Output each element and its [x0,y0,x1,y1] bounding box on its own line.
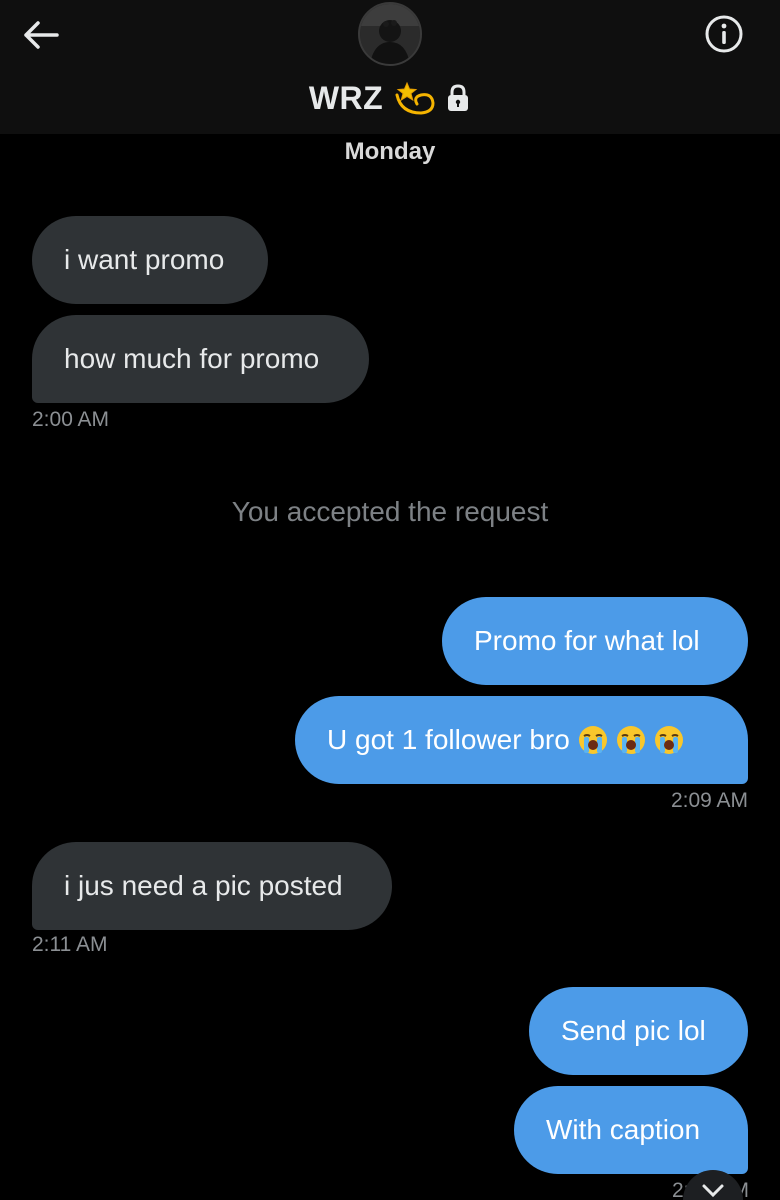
dizzy-emoji-icon [395,81,435,115]
message-bubble-incoming[interactable]: how much for promo [32,315,369,403]
conversation-title: WRZ [308,79,384,116]
loudly-crying-face-emoji-icon [654,726,683,754]
message-text: i jus need a pic posted [64,870,343,901]
message-text: Send pic lol [561,1015,706,1046]
conversation-header: WRZ [0,0,780,134]
message-timestamp: 2:00 AM [32,408,110,431]
lock-icon [448,84,469,111]
info-circle-icon [705,15,743,53]
message-bubble-outgoing[interactable]: With caption [514,1086,748,1174]
avatar-image [360,4,420,64]
message-timestamp: 2:11 AM [32,933,108,956]
message-bubble-outgoing[interactable]: Send pic lol [529,987,748,1075]
message-bubble-outgoing[interactable]: Promo for what lol [442,597,748,685]
day-divider: Monday [344,138,436,165]
loudly-crying-face-emoji-icon [578,726,607,754]
title-row[interactable]: WRZ [0,74,780,122]
message-text: Promo for what lol [474,625,700,656]
message-text: With caption [546,1114,701,1145]
back-button[interactable] [18,12,64,58]
message-text: how much for promo [64,343,320,374]
dm-conversation-screen: WRZ Monday i want promo how much for pro… [0,0,780,1200]
message-bubble-incoming[interactable]: i jus need a pic posted [32,842,392,930]
message-timestamp: 2:09 AM [670,789,748,812]
arrow-left-icon [24,21,59,49]
message-bubble-outgoing[interactable]: U got 1 follower bro [295,696,748,784]
loudly-crying-face-emoji-icon [616,726,645,754]
system-message: You accepted the request [231,496,549,527]
message-bubble-incoming[interactable]: i want promo [32,216,268,304]
message-text: i want promo [64,244,225,275]
info-button[interactable] [700,10,748,58]
message-text: U got 1 follower bro [327,724,570,755]
scroll-to-bottom-button[interactable] [683,1170,743,1200]
arrow-down-icon [702,1184,724,1198]
avatar[interactable] [358,2,422,66]
